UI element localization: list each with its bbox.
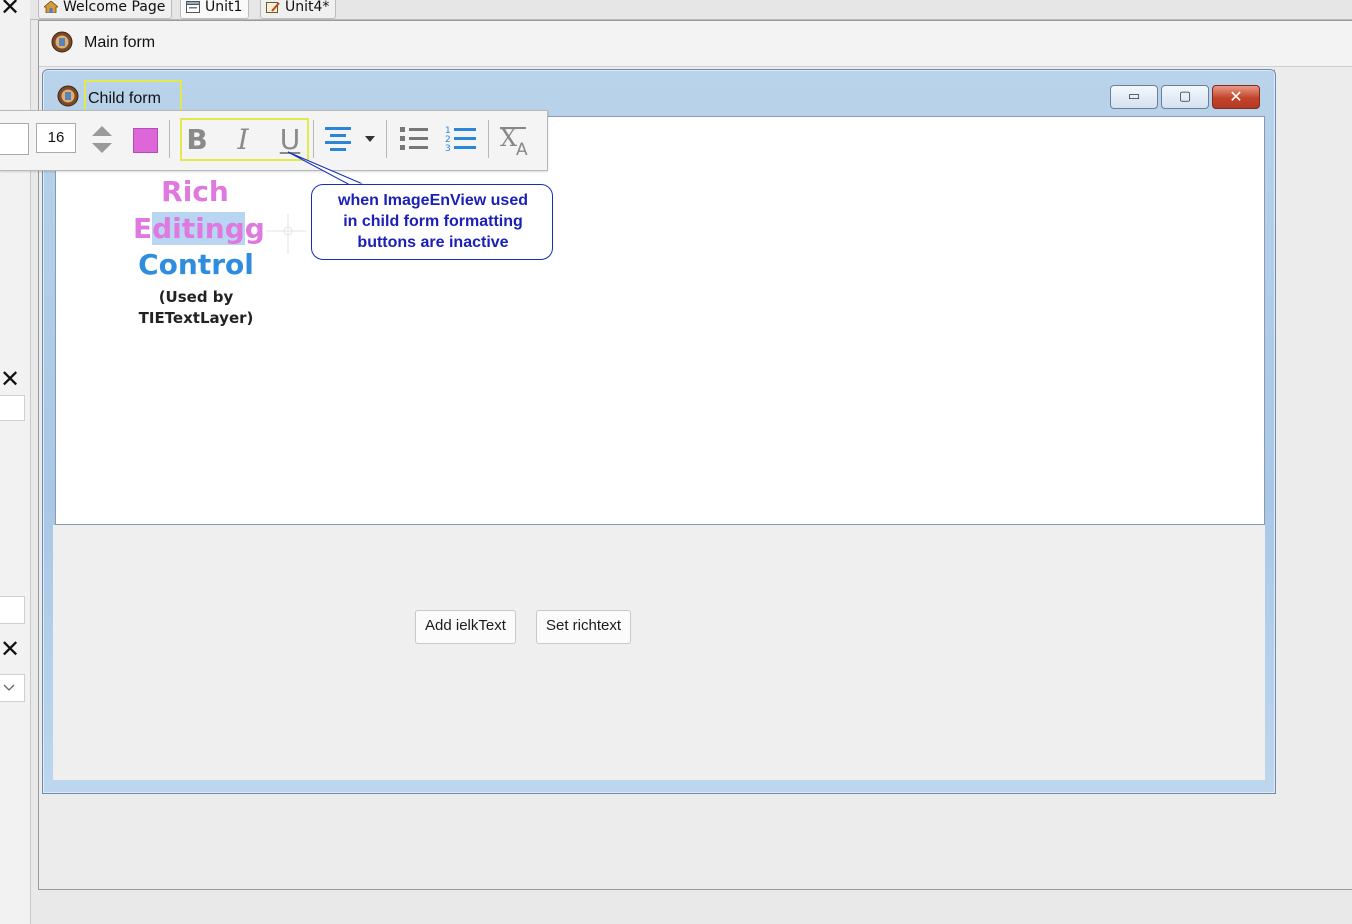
close-icon: ✕ xyxy=(1229,87,1243,106)
minimize-button[interactable]: ▭ xyxy=(1110,85,1158,109)
callout-line: in child form formatting xyxy=(343,213,523,230)
rich-text-line[interactable]: Control xyxy=(120,248,272,281)
tab-label: Unit1 xyxy=(205,0,243,15)
text-run: E xyxy=(133,212,153,245)
editor-tab-strip: Welcome Page Unit1 Unit4* xyxy=(30,0,1352,20)
main-form-title: Main form xyxy=(84,34,156,51)
bold-button[interactable]: B xyxy=(182,120,212,160)
add-ielktext-button[interactable]: Add ielkText xyxy=(415,610,516,644)
font-name-combo[interactable] xyxy=(0,123,29,155)
tab-welcome-page[interactable]: Welcome Page xyxy=(38,0,173,19)
clear-formatting-icon[interactable]: X A xyxy=(498,122,536,158)
app-logo-icon xyxy=(57,85,79,107)
toolbar-separator xyxy=(386,120,387,158)
ide-panel-dropdown[interactable] xyxy=(0,674,25,702)
chevron-down-icon xyxy=(3,684,15,691)
main-form-titlebar[interactable]: Main form xyxy=(39,21,1352,67)
caption-line: TIETextLayer) xyxy=(138,309,254,327)
form-icon xyxy=(186,1,200,13)
maximize-icon: ▢ xyxy=(1178,89,1192,104)
ide-panel-field[interactable] xyxy=(0,596,25,624)
close-button[interactable]: ✕ xyxy=(1212,85,1260,109)
callout-text: when ImageEnView used in child form form… xyxy=(312,190,554,253)
tab-label: Welcome Page xyxy=(63,0,166,15)
maximize-button[interactable]: ▢ xyxy=(1161,85,1209,109)
tab-label: Unit4* xyxy=(285,0,330,15)
svg-text:3: 3 xyxy=(445,144,451,154)
font-size-input[interactable]: 16 xyxy=(36,123,76,153)
callout-line: when ImageEnView used xyxy=(338,192,528,209)
child-form-client-area xyxy=(53,525,1265,780)
set-richtext-button[interactable]: Set richtext xyxy=(536,610,632,644)
toolbar-separator xyxy=(169,120,170,158)
home-icon xyxy=(44,1,58,13)
crosshair-cursor-icon xyxy=(266,214,306,254)
toolbar-separator xyxy=(488,120,489,158)
tab-unit1[interactable]: Unit1 xyxy=(180,0,250,19)
app-logo-icon xyxy=(51,31,73,53)
ide-panel-field[interactable] xyxy=(0,395,25,421)
text-color-button[interactable] xyxy=(133,128,158,153)
bullet-list-icon[interactable] xyxy=(398,124,430,154)
svg-text:A: A xyxy=(516,140,528,158)
numbered-list-icon[interactable]: 1 2 3 xyxy=(444,124,478,154)
annotation-callout: when ImageEnView used in child form form… xyxy=(311,184,553,260)
spin-up-icon[interactable] xyxy=(90,124,114,138)
caption-line: (Used by xyxy=(158,288,234,306)
spin-down-icon[interactable] xyxy=(90,141,114,155)
tab-unit4[interactable]: Unit4* xyxy=(260,0,337,19)
edit-form-icon xyxy=(266,2,280,13)
italic-button[interactable]: I xyxy=(228,120,258,160)
close-icon[interactable]: ✕ xyxy=(0,0,20,20)
minimize-icon: ▭ xyxy=(1127,89,1141,104)
callout-pointer xyxy=(287,151,366,186)
close-icon[interactable]: ✕ xyxy=(0,636,20,662)
rich-text-caption[interactable]: (Used by TIETextLayer) xyxy=(120,287,272,329)
rich-text-line[interactable]: Editingg xyxy=(133,212,265,245)
rich-text-line[interactable]: Rich xyxy=(133,175,257,208)
selected-text: diting xyxy=(152,212,245,245)
close-icon[interactable]: ✕ xyxy=(0,366,20,392)
text-run: g xyxy=(244,212,265,245)
callout-line: buttons are inactive xyxy=(357,234,509,251)
